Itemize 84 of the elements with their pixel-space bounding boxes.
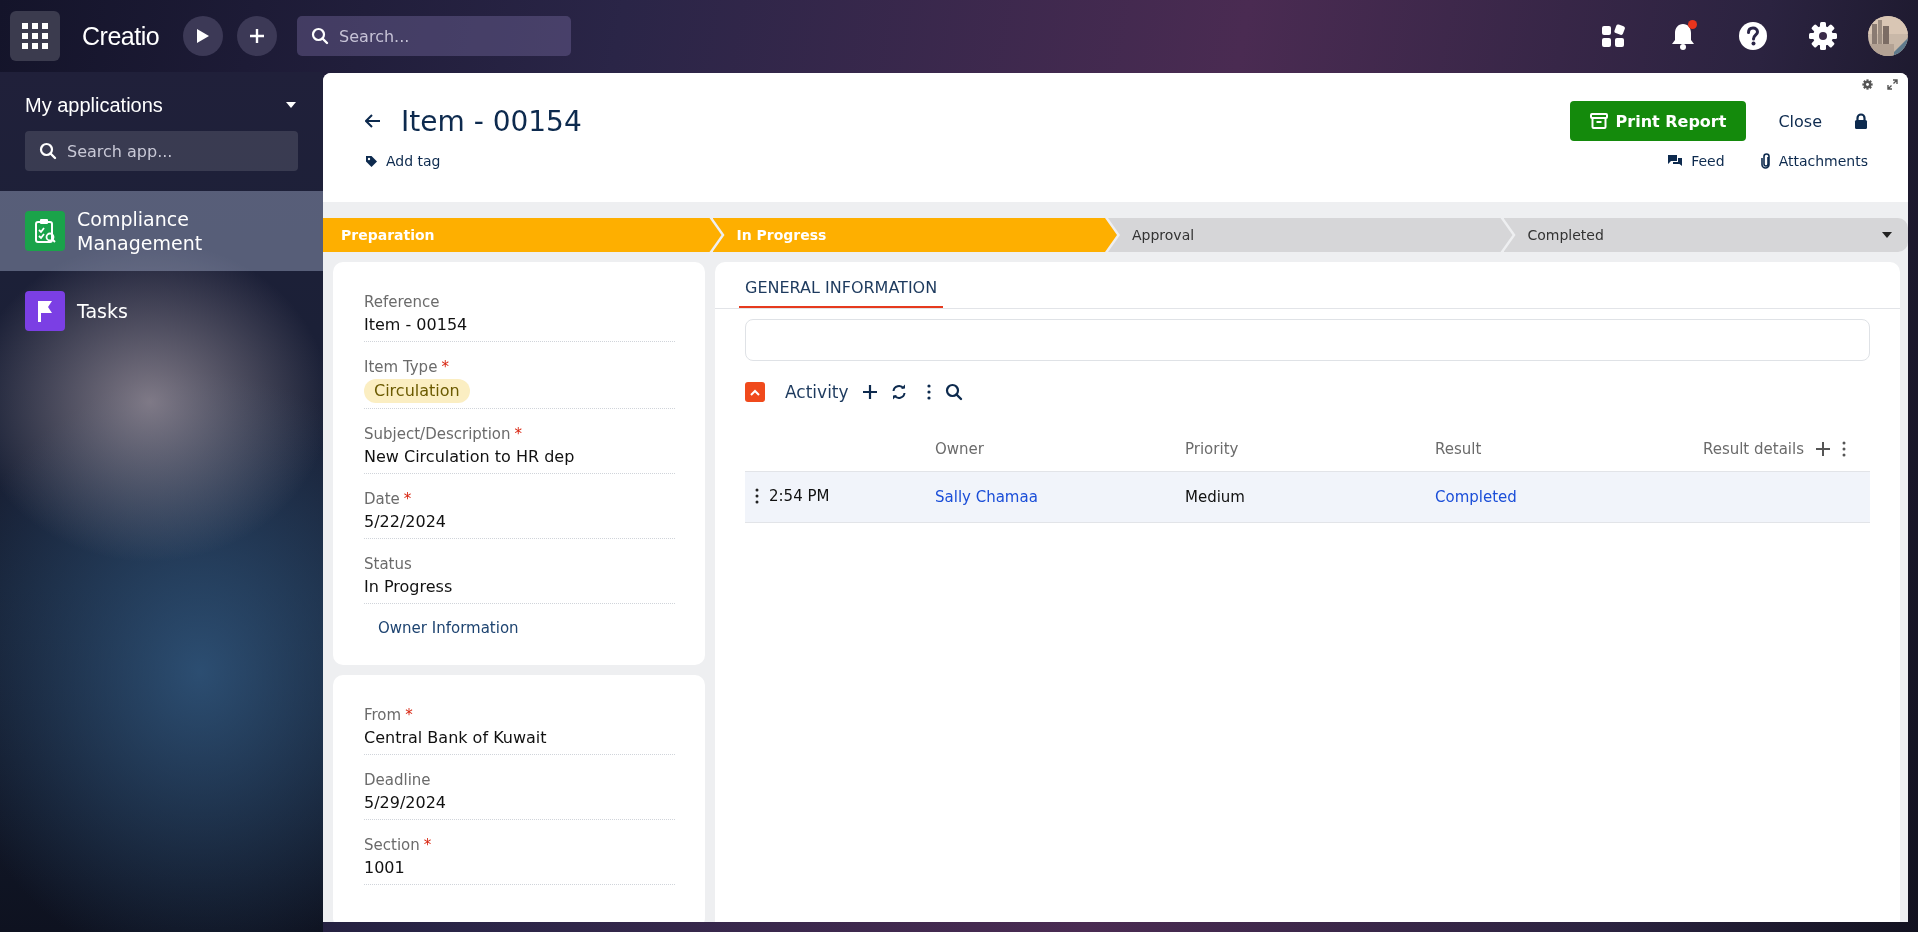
tiles-icon <box>1601 24 1625 48</box>
archive-icon <box>1589 113 1608 129</box>
search-icon <box>39 142 57 160</box>
print-report-button[interactable]: Print Report <box>1569 101 1747 141</box>
required-mark: * <box>423 836 432 854</box>
sidebar-item[interactable]: Tasks <box>0 271 323 351</box>
field-value[interactable]: In Progress <box>364 576 675 598</box>
feed-link[interactable]: Feed <box>1667 153 1725 169</box>
field-value[interactable]: 5/29/2024 <box>364 792 675 814</box>
field-label: Item Type * <box>364 357 450 377</box>
user-avatar[interactable] <box>1868 16 1908 56</box>
expand-icon[interactable] <box>1887 79 1898 90</box>
table-cell: Medium <box>1185 488 1245 506</box>
add-button[interactable] <box>237 16 278 56</box>
kebab-icon <box>926 384 931 400</box>
refresh-button[interactable] <box>890 384 907 400</box>
field-label: Section * <box>364 835 433 855</box>
plus-icon <box>249 28 266 44</box>
record-title: Item - 00154 <box>401 104 583 138</box>
caret-icon[interactable] <box>285 101 297 109</box>
table-cell: 2:54 PM <box>769 486 830 505</box>
logo: Creatio <box>82 21 160 51</box>
search-icon <box>311 27 330 45</box>
field-value[interactable]: Item - 00154 <box>364 314 675 336</box>
chat-bubbles-icon <box>1667 154 1684 168</box>
app-launcher-button[interactable] <box>10 11 60 61</box>
type-tag: Circulation <box>364 379 470 403</box>
field-label: Reference <box>364 292 441 312</box>
plus-icon[interactable] <box>1816 442 1830 456</box>
owner-information-link[interactable]: Owner Information <box>364 619 519 637</box>
result-link[interactable]: Completed <box>1435 488 1517 506</box>
search-button[interactable] <box>944 383 963 401</box>
add-button[interactable] <box>862 385 877 399</box>
tag-icon <box>365 154 378 168</box>
sidebar-item-label: Compliance Management <box>77 207 204 255</box>
sidebar-item-label: Tasks <box>77 299 128 323</box>
refresh-icon <box>890 384 907 400</box>
column-header[interactable]: Priority <box>1185 440 1239 458</box>
kebab-icon[interactable] <box>755 487 759 504</box>
field-label: Date * <box>364 489 413 509</box>
play-icon <box>196 28 211 44</box>
add-tag-link[interactable]: Add tag <box>365 153 441 169</box>
stage-step[interactable]: Completed <box>1503 218 1908 252</box>
sidebar-item[interactable]: Compliance Management <box>0 191 323 271</box>
required-mark: * <box>405 706 413 724</box>
settings-icon[interactable] <box>1862 79 1873 90</box>
field-value[interactable]: 5/22/2024 <box>364 511 675 533</box>
table-row[interactable]: 2:54 PM Sally Chamaa Medium Completed <box>745 471 1870 523</box>
search-icon <box>944 383 963 401</box>
more-button[interactable] <box>926 384 931 400</box>
attachments-link[interactable]: Attachments <box>1760 153 1868 169</box>
column-header[interactable]: Owner <box>935 440 984 458</box>
column-header[interactable]: Result details <box>1702 440 1804 458</box>
field-label: Deadline <box>364 770 432 790</box>
settings-icon <box>1808 21 1838 51</box>
section-title: Activity <box>785 382 849 402</box>
paperclip-icon <box>1760 153 1771 169</box>
bell-icon <box>1670 22 1696 50</box>
field-label: Status <box>364 554 413 574</box>
field-value[interactable]: New Circulation to HR dep <box>364 446 675 468</box>
required-mark: * <box>441 358 449 376</box>
run-button[interactable] <box>183 16 224 56</box>
grid-icon <box>22 23 48 49</box>
tab[interactable]: GENERAL INFORMATION <box>739 262 944 308</box>
field-value[interactable]: Central Bank of Kuwait <box>364 727 675 749</box>
input-field[interactable] <box>745 319 1870 361</box>
column-header[interactable]: Result <box>1435 440 1482 458</box>
sidebar-title: My applications <box>25 93 163 117</box>
collapse-toggle[interactable] <box>745 382 765 402</box>
required-mark: * <box>514 425 523 443</box>
back-arrow-icon[interactable] <box>365 114 381 128</box>
question-mark-icon <box>1738 21 1768 51</box>
required-mark: * <box>403 490 412 508</box>
owner-link[interactable]: Sally Chamaa <box>935 488 1038 506</box>
field-label: From * <box>364 705 414 725</box>
kebab-icon[interactable] <box>1842 441 1846 457</box>
field-value[interactable]: 1001 <box>364 857 675 879</box>
close-button[interactable]: Close <box>1766 111 1834 131</box>
lock-icon[interactable] <box>1854 112 1868 130</box>
plus-icon <box>862 385 877 399</box>
caret-icon[interactable] <box>1882 232 1892 238</box>
stage-step[interactable]: Approval <box>1108 218 1513 252</box>
field-label: Subject/Description * <box>364 424 524 444</box>
chevron-icon <box>750 388 760 396</box>
